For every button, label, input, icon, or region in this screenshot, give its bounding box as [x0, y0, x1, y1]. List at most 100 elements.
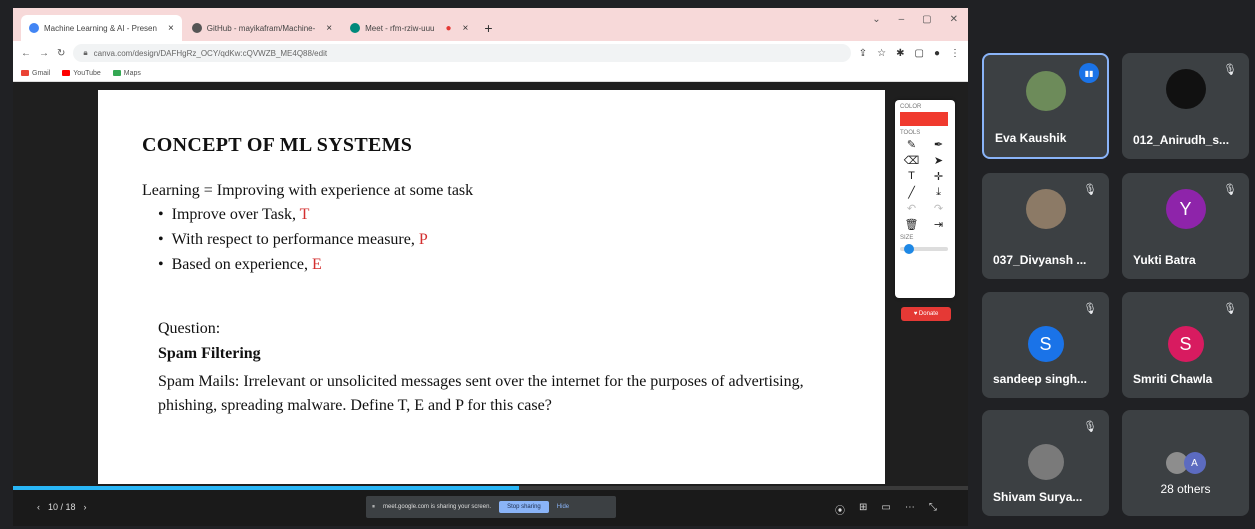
participant-name: Eva Kaushik — [995, 131, 1067, 145]
mic-off-icon: 🎙︎ — [1223, 303, 1237, 315]
size-label: SIZE — [900, 235, 914, 241]
tools-label: TOOLS — [900, 130, 921, 136]
back-icon[interactable]: ← — [21, 48, 31, 59]
recording-dot-icon: ● — [445, 22, 452, 34]
extension-icon[interactable]: ✱ — [896, 48, 904, 59]
avatar-initial: Y — [1179, 198, 1192, 219]
participant-name: sandeep singh... — [993, 372, 1088, 386]
size-slider[interactable] — [900, 244, 948, 254]
gmail-icon — [21, 70, 29, 76]
minimize-icon[interactable]: – — [899, 14, 905, 25]
pointer-icon[interactable]: ➤ — [927, 154, 950, 167]
more-icon[interactable]: ⋯ — [905, 502, 915, 517]
presentation-controls: ‹ 10 / 18 › ⏸ meet.google.com is sharing… — [13, 490, 968, 526]
participant-tile[interactable]: S 🎙︎ sandeep singh... — [982, 292, 1109, 398]
participant-name: Smriti Chawla — [1133, 372, 1213, 386]
trash-icon[interactable]: 🗑︎ — [900, 218, 923, 231]
close-window-icon[interactable]: ✕ — [950, 14, 958, 25]
close-icon[interactable]: × — [463, 23, 469, 34]
avatar-initial: S — [1039, 333, 1052, 354]
tab-title: Meet - rfm-rziw-uuu — [365, 23, 435, 33]
screen-share-notice: ⏸ meet.google.com is sharing your screen… — [366, 496, 616, 518]
redo-icon[interactable]: ↷ — [927, 202, 950, 215]
text-icon[interactable]: T — [900, 170, 923, 183]
participant-tile[interactable]: Y 🎙︎ Yukti Batra — [1122, 173, 1249, 279]
canva-icon — [29, 23, 39, 33]
bookmark-label: Gmail — [32, 69, 51, 77]
participant-tile[interactable]: 🎙︎ 012_Anirudh_s... — [1122, 53, 1249, 159]
address-bar-icons: ⇪ ☆ ✱ ▢ ● ⋮ — [859, 48, 960, 59]
question-label: Question: — [158, 320, 221, 337]
address-bar-row: ← → ↻ 🔒︎ canva.com/design/DAFHgRz_OCY/qd… — [13, 41, 968, 65]
fullscreen-exit-icon[interactable]: ⤡ — [929, 502, 937, 517]
mic-off-icon: 🎙︎ — [1083, 303, 1097, 315]
lock-icon: 🔒︎ — [83, 48, 88, 57]
bookmark-gmail[interactable]: Gmail — [21, 70, 50, 77]
others-count: 28 others — [1160, 482, 1211, 496]
donate-button[interactable]: ♥ Donate — [901, 307, 951, 321]
size-slider-thumb[interactable] — [904, 244, 914, 254]
avatar — [1025, 71, 1066, 111]
avatar-initial: S — [1179, 333, 1192, 354]
move-icon[interactable]: ✛ — [927, 170, 950, 183]
close-icon[interactable]: × — [168, 23, 174, 34]
chevron-down-icon[interactable]: ⌄ — [872, 14, 880, 25]
bullet-icon: • — [158, 206, 164, 223]
bookmark-youtube[interactable]: YouTube — [62, 70, 101, 77]
avatar: S — [1027, 326, 1064, 362]
download-icon[interactable]: ⤓ — [927, 186, 950, 199]
others-tile[interactable]: A 28 others — [1122, 410, 1249, 516]
star-icon[interactable]: ☆ — [877, 48, 886, 59]
grid-icon[interactable]: ⊞ — [859, 502, 867, 517]
next-slide-icon[interactable]: › — [84, 502, 87, 512]
bullet-experience: • Based on experience, E — [158, 256, 322, 274]
notes-icon[interactable]: ▭ — [881, 502, 890, 517]
menu-icon[interactable]: ⋮ — [950, 48, 960, 59]
url-text: canva.com/design/DAFHgRz_OCY/qdKw:cQVWZB… — [93, 48, 328, 58]
new-tab-button[interactable]: + — [478, 15, 498, 41]
bullet-task: • Improve over Task, T — [158, 206, 309, 224]
line-icon[interactable]: ╱ — [900, 186, 923, 199]
pause-icon: ⏸ — [372, 503, 376, 510]
close-icon[interactable]: × — [326, 23, 332, 34]
avatar — [1027, 444, 1064, 480]
maps-icon — [112, 70, 121, 76]
annotation-toolbar: COLOR TOOLS ✎ ✒ ⌫ ➤ T ✛ ╱ ⤓ ↶ ↷ 🗑︎ ⇥ SIZ… — [895, 100, 955, 298]
tab-meet[interactable]: Meet - rfm-rziw-uuu ● × — [342, 15, 476, 41]
color-swatch[interactable] — [900, 112, 948, 126]
reload-icon[interactable]: ↻ — [57, 48, 65, 59]
stop-sharing-button[interactable]: Stop sharing — [499, 501, 549, 513]
undo-icon[interactable]: ↶ — [900, 202, 923, 215]
forward-icon[interactable]: → — [39, 48, 49, 59]
participant-tile[interactable]: 🎙︎ Shivam Surya... — [982, 410, 1109, 516]
bullet-icon: • — [158, 231, 164, 248]
url-field[interactable]: 🔒︎ canva.com/design/DAFHgRz_OCY/qdKw:cQV… — [73, 44, 851, 62]
slide-pager: ‹ 10 / 18 › — [37, 502, 87, 512]
others-avatars: A — [1165, 452, 1206, 474]
spam-description: Spam Mails: Irrelevant or unsolicited me… — [158, 373, 804, 414]
share-notice-text: meet.google.com is sharing your screen. — [383, 504, 492, 510]
hide-button[interactable]: Hide — [557, 504, 569, 510]
learning-definition: Learning = Improving with experience at … — [142, 182, 474, 199]
prev-slide-icon[interactable]: ‹ — [37, 502, 40, 512]
exit-icon[interactable]: ⇥ — [927, 218, 950, 231]
share-icon[interactable]: ⇪ — [859, 48, 867, 59]
youtube-icon — [62, 70, 71, 76]
tab-github[interactable]: GitHub - mayikafram/Machine- × — [184, 15, 340, 41]
tab-presentation[interactable]: Machine Learning & AI - Presen × — [21, 15, 182, 41]
participant-tile[interactable]: S 🎙︎ Smriti Chawla — [1122, 292, 1249, 398]
eraser-icon[interactable]: ⌫ — [900, 154, 923, 167]
participant-tile[interactable]: 🎙︎ 037_Divyansh ... — [982, 173, 1109, 279]
mic-off-icon: 🎙︎ — [1223, 184, 1237, 196]
mic-off-icon: 🎙︎ — [1083, 421, 1097, 433]
maximize-icon[interactable]: ▢ — [922, 14, 931, 25]
bookmark-maps[interactable]: Maps — [112, 70, 141, 77]
sidepanel-icon[interactable]: ▢ — [915, 48, 924, 59]
presenter-icon[interactable]: ⦿ — [835, 502, 845, 517]
pencil-icon[interactable]: ✎ — [900, 138, 923, 151]
marker-icon[interactable]: ✒ — [927, 138, 950, 151]
avatar: Y — [1165, 189, 1206, 229]
participant-tile[interactable]: ▮▮ Eva Kaushik — [982, 53, 1109, 159]
window-controls: ⌄ – ▢ ✕ — [872, 14, 958, 25]
profile-icon[interactable]: ● — [934, 48, 940, 59]
